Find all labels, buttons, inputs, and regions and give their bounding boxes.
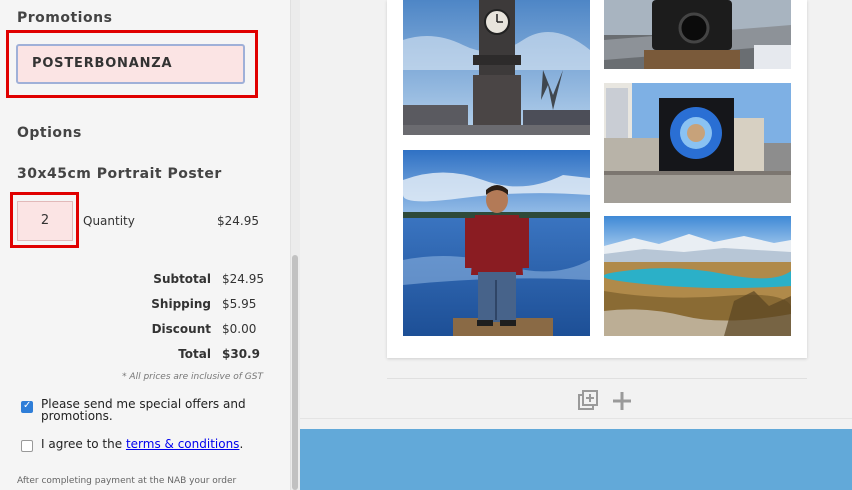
poster-preview-card <box>387 0 807 358</box>
terms-label: I agree to the terms & conditions. <box>41 438 243 450</box>
gst-note: * All prices are inclusive of GST <box>122 372 263 382</box>
photo-camera[interactable] <box>604 0 791 69</box>
quantity-label: Quantity <box>83 214 135 228</box>
section-separator <box>300 418 852 419</box>
subtotal-value: $24.95 <box>222 272 264 286</box>
discount-label: Discount <box>151 322 211 336</box>
total-row: Total $30.9 <box>0 345 260 370</box>
subtotal-row: Subtotal $24.95 <box>0 270 264 295</box>
total-value: $30.9 <box>222 347 260 361</box>
photo-mountain-landscape[interactable] <box>604 216 791 336</box>
discount-value: $0.00 <box>222 322 257 336</box>
footer-blue-band <box>300 429 852 490</box>
offers-checkbox[interactable] <box>21 400 33 413</box>
payment-note: After completing payment at the NAB your… <box>17 476 237 486</box>
shipping-value: $5.95 <box>222 297 257 311</box>
photo-street-mural[interactable] <box>604 83 791 203</box>
offers-label-line2: promotions. <box>41 409 113 423</box>
terms-link[interactable]: terms & conditions <box>126 437 239 451</box>
shipping-row: Shipping $5.95 <box>0 295 260 320</box>
promotions-heading: Promotions <box>17 10 113 26</box>
unit-price: $24.95 <box>217 214 259 228</box>
scrollbar-thumb[interactable] <box>292 255 298 490</box>
plus-icon[interactable] <box>611 390 633 412</box>
terms-prefix: I agree to the <box>41 437 126 451</box>
checkout-screen: Promotions POSTERBONANZA Options 30x45cm… <box>0 0 852 490</box>
photo-clock-tower[interactable] <box>403 0 590 135</box>
subtotal-label: Subtotal <box>153 272 211 286</box>
duplicate-page-icon[interactable] <box>577 390 599 412</box>
shipping-label: Shipping <box>151 297 211 311</box>
promo-code-input[interactable]: POSTERBONANZA <box>16 44 245 84</box>
poster-preview-area <box>300 0 852 490</box>
terms-checkbox[interactable] <box>21 440 33 452</box>
totals-table: Subtotal $24.95 Shipping $5.95 Discount … <box>0 270 264 370</box>
total-label: Total <box>178 347 211 361</box>
photo-man-by-lake[interactable] <box>403 150 590 336</box>
product-name: 30x45cm Portrait Poster <box>17 166 222 182</box>
order-sidebar: Promotions POSTERBONANZA Options 30x45cm… <box>0 0 290 490</box>
discount-row: Discount $0.00 <box>0 320 260 345</box>
terms-suffix: . <box>239 437 244 451</box>
quantity-input[interactable]: 2 <box>17 201 73 241</box>
options-heading: Options <box>17 125 82 141</box>
toolbar-divider <box>387 378 807 379</box>
